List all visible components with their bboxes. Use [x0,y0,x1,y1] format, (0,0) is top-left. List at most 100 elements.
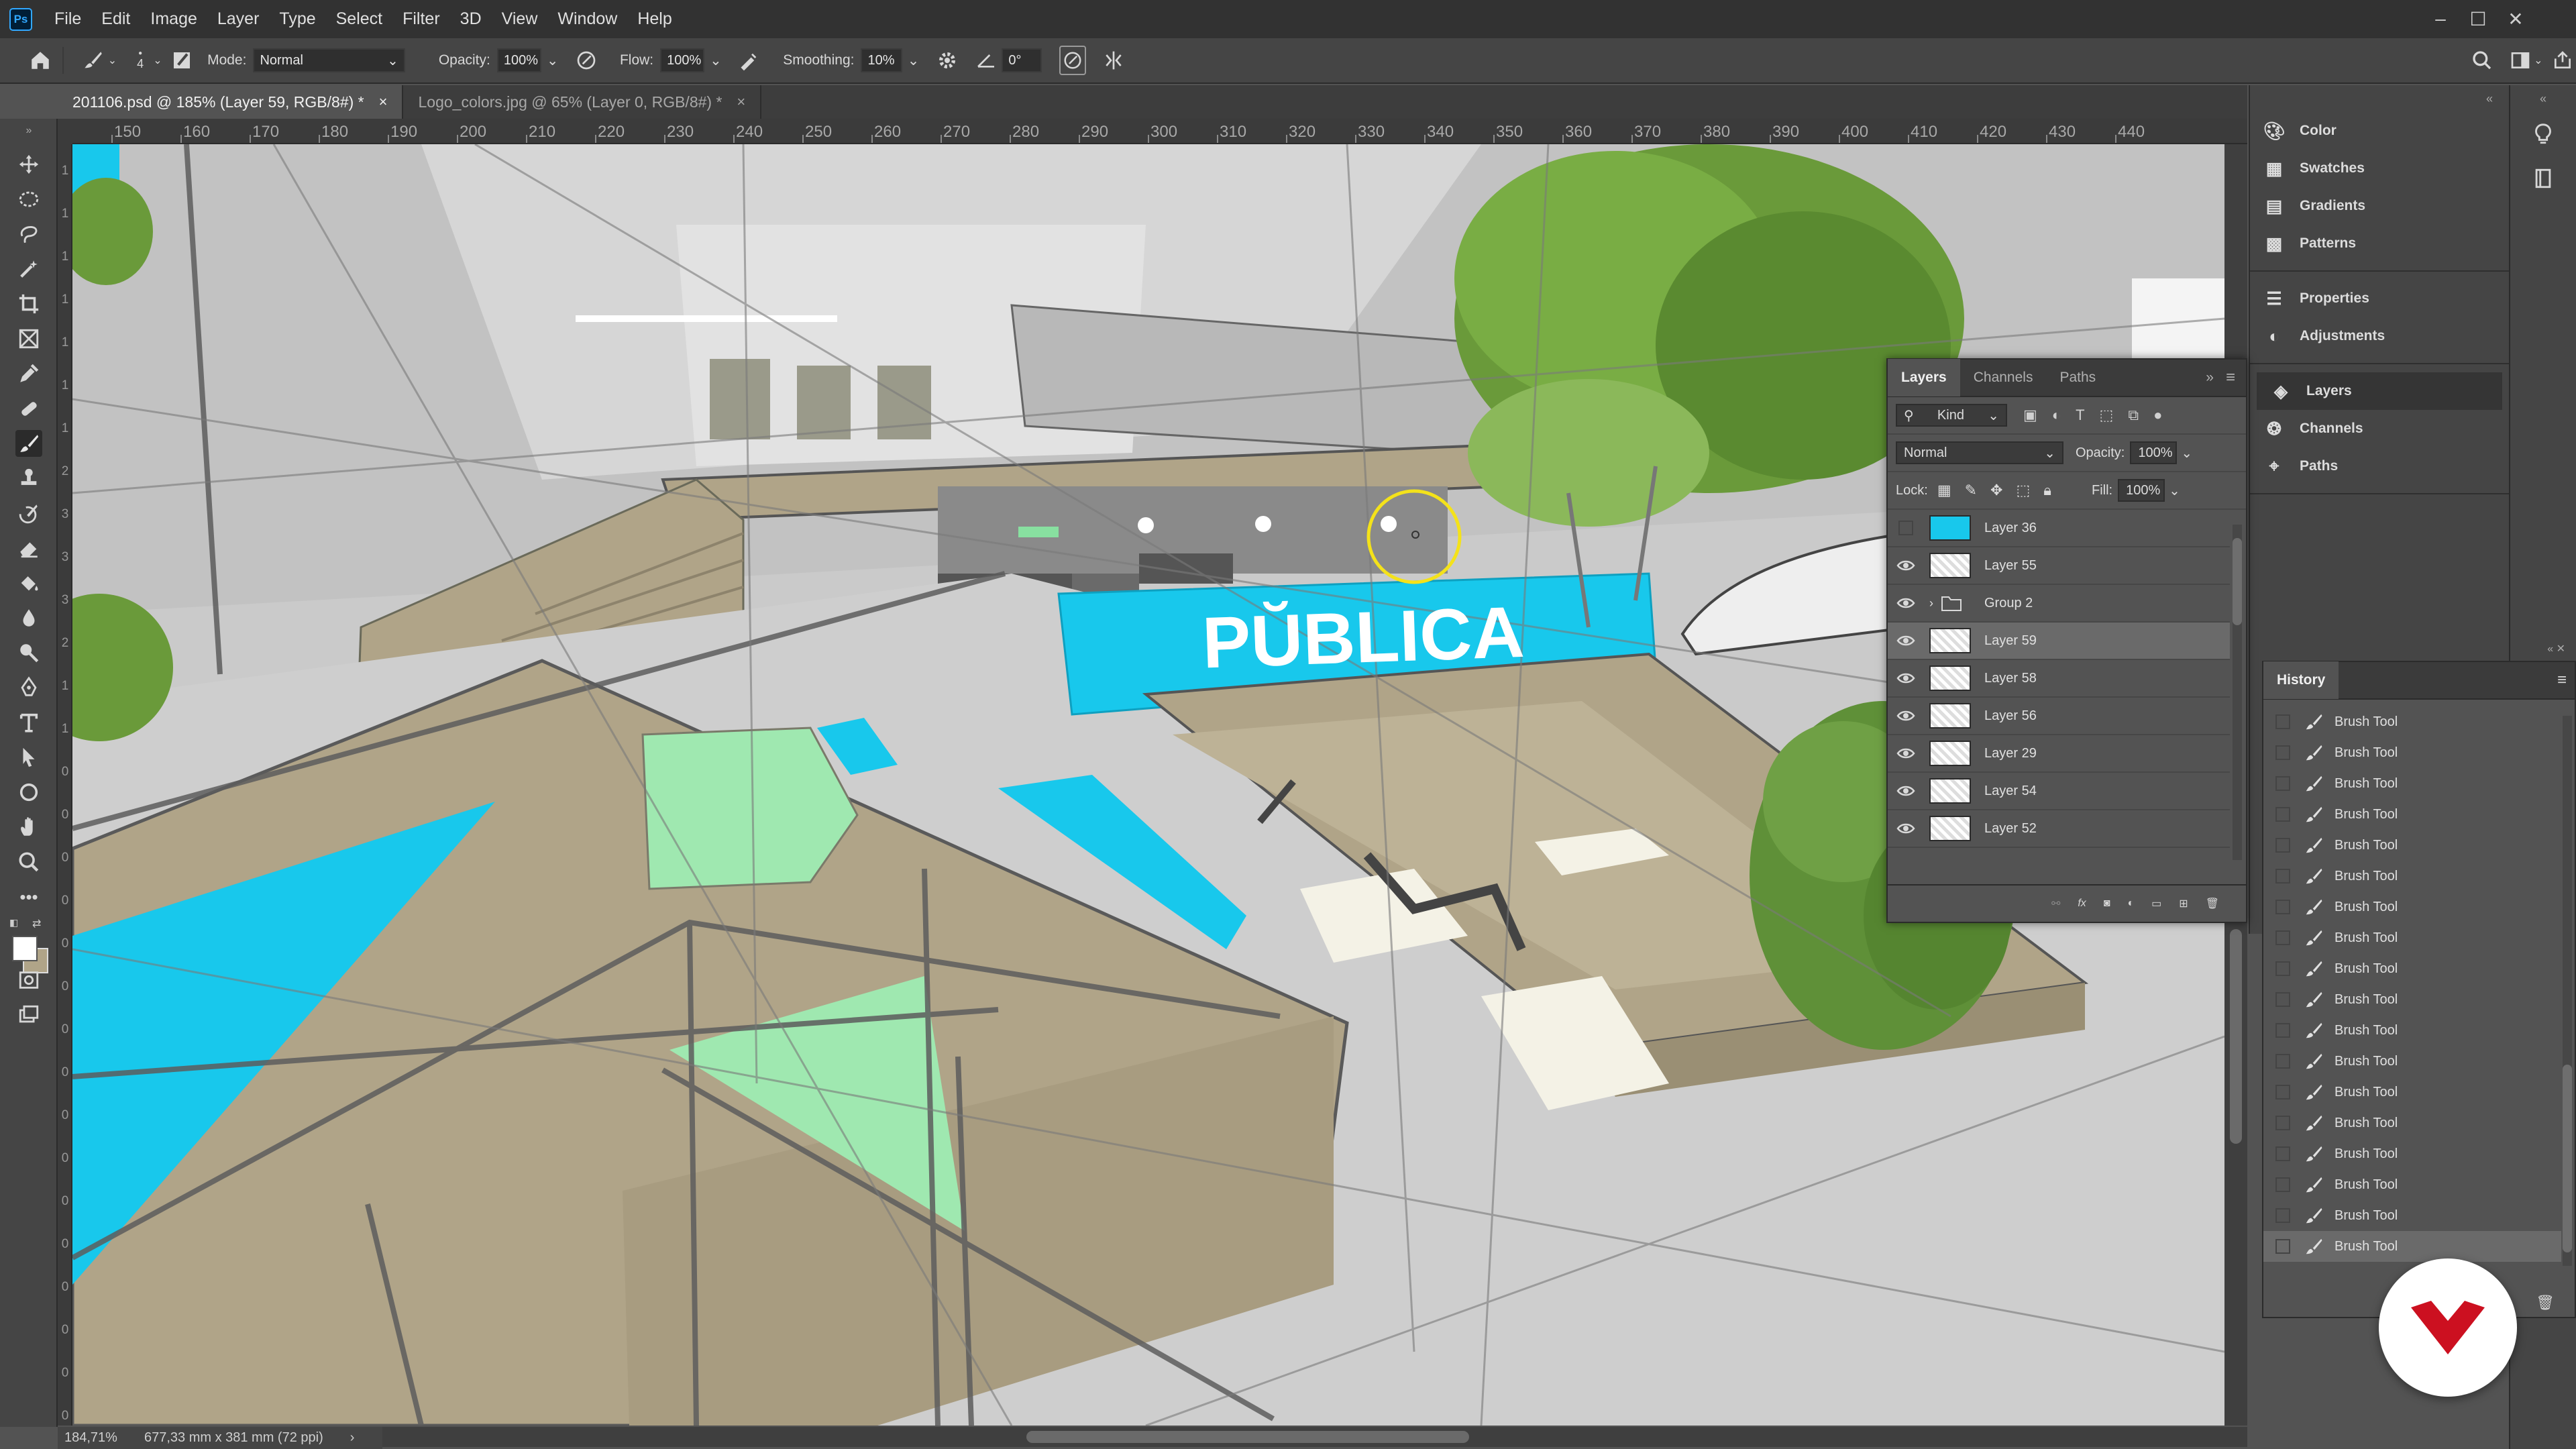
horizontal-scrollbar[interactable] [382,1427,2247,1447]
history-state[interactable]: Brush Tool [2263,1108,2561,1138]
quick-mask-icon[interactable] [15,967,42,994]
collapse-icon[interactable]: » [15,124,42,138]
adjustment-layer-icon[interactable]: ◐ [2127,898,2134,910]
menu-select[interactable]: Select [326,9,392,29]
history-snapshot-checkbox[interactable] [2275,1116,2290,1130]
history-snapshot-checkbox[interactable] [2275,714,2290,729]
workspace-icon[interactable] [2508,46,2534,75]
eyedropper-tool-icon[interactable] [15,360,42,387]
layer-name[interactable]: Layer 55 [1984,558,2037,574]
layer-row[interactable]: Layer 58 [1888,660,2230,698]
paint-bucket-tool-icon[interactable] [15,570,42,596]
layer-opacity-input[interactable]: 100% [2130,441,2178,464]
close-icon[interactable]: ✕ [2497,4,2534,34]
history-snapshot-checkbox[interactable] [2275,1023,2290,1038]
filter-pixel-icon[interactable]: ▣ [2023,407,2037,424]
brush-settings-icon[interactable] [169,46,195,75]
flow-input[interactable]: 100% [660,48,705,72]
filter-type-icon[interactable]: T [2076,407,2084,424]
visibility-eye-icon[interactable] [1888,672,1924,684]
history-snapshot-checkbox[interactable] [2275,961,2290,976]
visibility-eye-icon[interactable] [1888,822,1924,835]
filter-kind-select[interactable]: ⚲ Kind ⌄ [1896,404,2007,427]
ellipse-tool-icon[interactable] [15,779,42,806]
history-snapshot-checkbox[interactable] [2275,745,2290,760]
lock-image-icon[interactable]: ✎ [1965,482,1977,499]
dock-item-swatches[interactable]: ▦ Swatches [2250,150,2509,187]
blend-mode-select[interactable]: Normal ⌄ [1896,441,2063,464]
history-snapshot-checkbox[interactable] [2275,1177,2290,1192]
layer-row[interactable]: Layer 52 [1888,810,2230,848]
history-state[interactable]: Brush Tool [2263,1015,2561,1046]
fill-input[interactable]: 100% [2118,479,2165,502]
tab-channels[interactable]: Channels [1960,359,2047,396]
trash-icon[interactable]: 🗑︎ [2536,1294,2555,1311]
dock-item-color[interactable]: 🎨︎ Color [2250,112,2509,150]
smoothing-input[interactable]: 10% [861,48,902,72]
chevron-down-icon[interactable]: ⌄ [2169,482,2180,499]
more-tools-icon[interactable]: ••• [15,883,42,910]
pressure-size-icon[interactable] [1059,46,1086,75]
menu-layer[interactable]: Layer [207,9,270,29]
layer-name[interactable]: Layer 29 [1984,746,2037,761]
history-snapshot-checkbox[interactable] [2275,838,2290,853]
history-snapshot-checkbox[interactable] [2275,1146,2290,1161]
history-snapshot-checkbox[interactable] [2275,807,2290,822]
blur-tool-icon[interactable] [15,604,42,631]
search-icon[interactable] [2469,46,2495,75]
chevron-down-icon[interactable]: ⌄ [153,54,162,67]
panel-menu-icon[interactable]: ≡ [2557,671,2567,690]
layer-row[interactable]: Layer 59 [1888,623,2230,660]
lock-transparent-icon[interactable]: ▦ [1937,482,1951,499]
chevron-right-icon[interactable]: › [350,1430,355,1446]
dock-item-properties[interactable]: ☰ Properties [2250,280,2509,317]
close-icon[interactable]: × [379,93,388,111]
layer-row[interactable]: Layer 29 [1888,735,2230,773]
history-snapshot-checkbox[interactable] [2275,992,2290,1007]
filter-shape-icon[interactable]: ⬚ [2100,407,2114,424]
libraries-icon[interactable] [2510,156,2576,201]
tab-layers[interactable]: Layers [1888,359,1960,396]
visibility-eye-icon[interactable] [1888,710,1924,722]
dock-item-gradients[interactable]: ▤ Gradients [2250,187,2509,225]
scroll-thumb[interactable] [2230,929,2242,1144]
lock-artboard-icon[interactable]: ⬚ [2016,482,2030,499]
layer-name[interactable]: Group 2 [1984,596,2033,611]
tab-history[interactable]: History [2263,661,2339,699]
fx-icon[interactable]: fx [2078,898,2086,910]
chevron-down-icon[interactable]: ⌄ [908,52,920,69]
gear-icon[interactable] [934,46,960,75]
visibility-eye-icon[interactable] [1888,597,1924,609]
layer-name[interactable]: Layer 52 [1984,821,2037,837]
history-snapshot-checkbox[interactable] [2275,1085,2290,1099]
pressure-opacity-icon[interactable] [573,46,599,75]
home-icon[interactable] [27,46,53,75]
clone-stamp-tool-icon[interactable] [15,465,42,492]
dock-item-paths[interactable]: ⌖ Paths [2250,447,2509,485]
history-state[interactable]: Brush Tool [2263,737,2561,768]
vertical-ruler[interactable]: 1 1 1 1 1 1 1 2 3 3 3 2 1 1 0 0 0 0 0 0 0 0 0 0 0 0 0 0 0 0 [58,144,72,1426]
layer-row[interactable]: Layer 36 [1888,510,2230,547]
healing-brush-tool-icon[interactable] [15,395,42,422]
history-snapshot-checkbox[interactable] [2275,776,2290,791]
brush-size[interactable]: ● 4 [137,50,144,71]
type-tool-icon[interactable] [15,709,42,736]
folder-icon[interactable]: › [1929,595,1971,611]
default-colors-icon[interactable]: ◧ [9,917,23,930]
lock-all-icon[interactable]: 🔒︎ [2043,482,2051,499]
layers-scrollbar[interactable] [2233,525,2242,860]
eraser-tool-icon[interactable] [15,535,42,561]
dodge-tool-icon[interactable] [15,639,42,666]
history-snapshot-checkbox[interactable] [2275,1208,2290,1223]
tab-logo-colors[interactable]: Logo_colors.jpg @ 65% (Layer 0, RGB/8#) … [403,85,762,119]
chevron-down-icon[interactable]: ⌄ [547,52,559,69]
dock-item-channels[interactable]: ❂ Channels [2250,410,2509,447]
filter-smart-object-icon[interactable]: ⧉ [2128,407,2139,424]
layer-row[interactable]: Layer 56 [1888,698,2230,735]
marquee-tool-icon[interactable] [15,186,42,213]
new-layer-icon[interactable]: ⊞ [2179,897,2188,910]
history-state[interactable]: Brush Tool [2263,953,2561,984]
angle-input[interactable]: 0° [1002,48,1042,72]
filter-adjustment-icon[interactable]: ◐ [2052,407,2061,424]
frame-tool-icon[interactable] [15,325,42,352]
